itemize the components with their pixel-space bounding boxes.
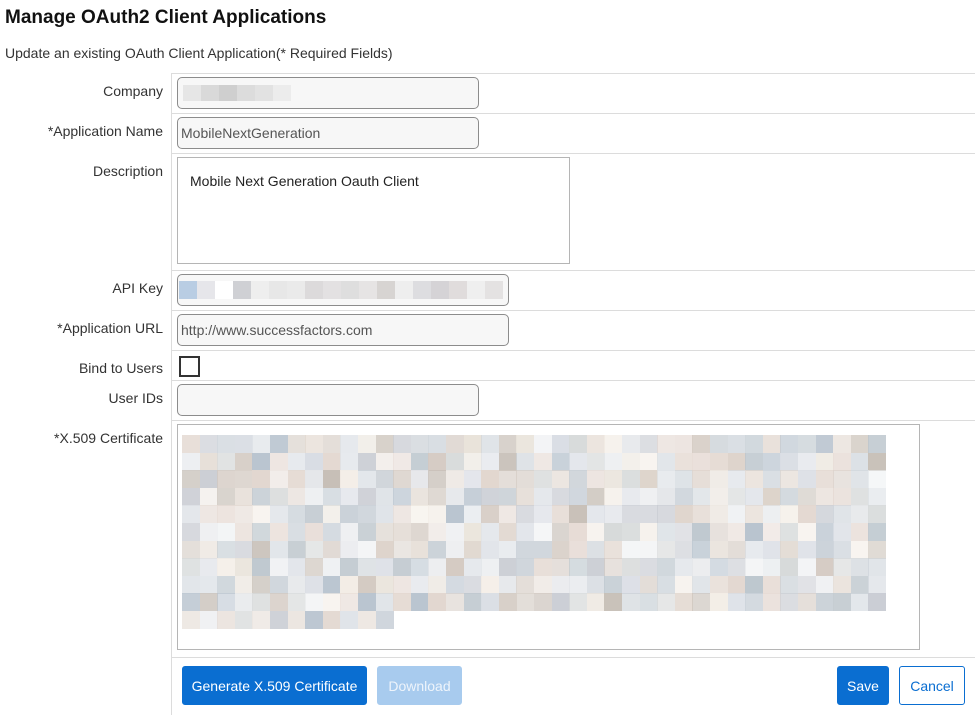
company-label: Company [103, 83, 163, 99]
description-field[interactable]: Mobile Next Generation Oauth Client [177, 157, 570, 264]
bind-to-users-checkbox[interactable] [179, 356, 200, 377]
row-divider [171, 73, 975, 74]
application-url-field[interactable]: http://www.successfactors.com [177, 314, 509, 346]
page-subtitle: Update an existing OAuth Client Applicat… [5, 45, 393, 61]
application-name-field[interactable]: MobileNextGeneration [177, 117, 479, 149]
description-value: Mobile Next Generation Oauth Client [190, 173, 419, 189]
company-redacted-value [183, 85, 291, 101]
row-divider [171, 420, 975, 421]
download-button[interactable]: Download [377, 666, 462, 705]
row-divider [171, 657, 975, 658]
generate-certificate-button[interactable]: Generate X.509 Certificate [182, 666, 367, 705]
application-url-value: http://www.successfactors.com [181, 322, 373, 338]
row-divider [171, 113, 975, 114]
certificate-label: *X.509 Certificate [54, 430, 163, 446]
row-divider [171, 310, 975, 311]
page-title: Manage OAuth2 Client Applications [5, 7, 327, 28]
application-url-label: *Application URL [57, 320, 163, 336]
bind-to-users-label: Bind to Users [78, 360, 163, 376]
certificate-field[interactable] [177, 424, 920, 650]
description-label: Description [92, 163, 163, 179]
application-name-value: MobileNextGeneration [181, 125, 321, 141]
user-ids-label: User IDs [108, 390, 163, 406]
cancel-button[interactable]: Cancel [899, 666, 965, 705]
save-button[interactable]: Save [837, 666, 889, 705]
api-key-label: API Key [112, 280, 163, 296]
application-name-label: *Application Name [47, 123, 163, 139]
api-key-field[interactable] [177, 274, 509, 306]
company-field[interactable] [177, 77, 479, 109]
row-divider [171, 380, 975, 381]
row-divider [171, 153, 975, 154]
form-divider-vertical [171, 73, 172, 715]
api-key-redacted-value [179, 281, 503, 299]
row-divider [171, 270, 975, 271]
row-divider [171, 350, 975, 351]
user-ids-field[interactable] [177, 384, 479, 416]
